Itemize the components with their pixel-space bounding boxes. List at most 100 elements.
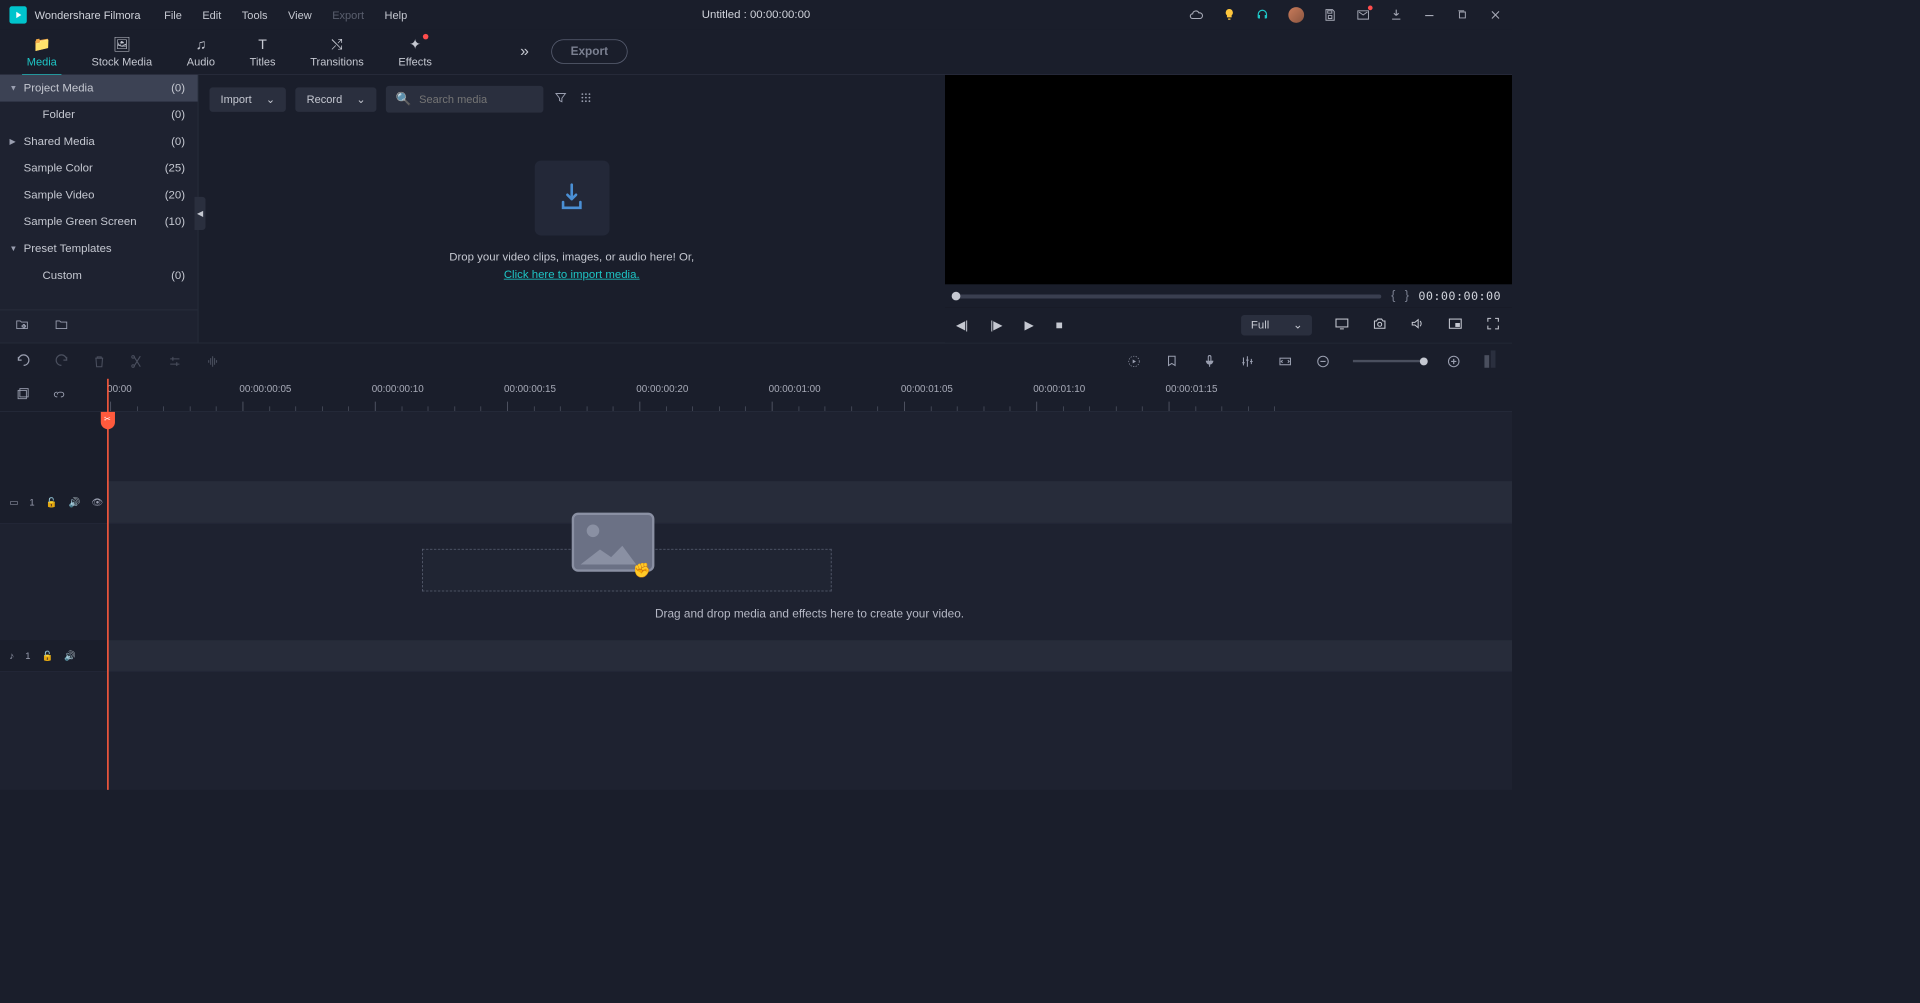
tab-transitions[interactable]: ⤭ Transitions [293,32,381,71]
zoom-out-icon[interactable] [1315,353,1331,369]
lock-icon[interactable]: 🔓 [46,497,58,508]
sidebar-item-count: (0) [171,269,185,282]
track-number: 1 [25,650,30,661]
preview-scrubber[interactable] [956,294,1382,298]
tab-effects[interactable]: ✦ Effects [381,32,449,71]
headset-icon[interactable] [1255,7,1269,21]
import-dropdown[interactable]: Import⌄ [209,87,286,111]
track-size-icon[interactable] [1484,350,1497,371]
audio-track-1[interactable]: ♪1 🔓 🔊 [0,640,1512,672]
close-icon[interactable] [1488,7,1502,21]
record-dropdown[interactable]: Record⌄ [296,87,377,111]
collapse-sidebar-icon[interactable]: ◀ [195,197,206,230]
link-icon[interactable] [52,387,68,403]
sidebar-item-folder[interactable]: Folder(0) [0,102,198,129]
sidebar-item-sample-green-screen[interactable]: Sample Green Screen(10) [0,209,198,236]
grid-view-icon[interactable] [578,90,594,108]
zoom-in-icon[interactable] [1446,353,1462,369]
snapshot-icon[interactable] [1372,316,1388,335]
audio-mixer-icon[interactable] [1240,353,1256,369]
sidebar-item-label: Project Media [24,82,94,95]
mark-in-icon[interactable]: { [1391,289,1395,303]
sidebar-item-custom[interactable]: Custom(0) [0,262,198,289]
filter-icon[interactable] [553,90,569,108]
export-button[interactable]: Export [551,39,628,63]
video-track-1[interactable]: ▭1 🔓 🔊 👁 ✊ Drag and drop media and effec… [0,481,1512,524]
transition-icon: ⤭ [331,35,342,52]
chevron-down-icon: ⌄ [356,93,365,106]
timeline-ruler[interactable]: 00:0000:00:00:0500:00:00:1000:00:00:1500… [107,379,1512,411]
minimize-icon[interactable] [1422,7,1436,21]
prev-frame-icon[interactable]: ◀| [956,318,968,332]
sidebar-item-project-media[interactable]: ▼Project Media(0) [0,75,198,102]
chevron-icon: ▼ [9,245,17,254]
stop-icon[interactable]: ■ [1056,319,1063,332]
voiceover-icon[interactable] [1202,353,1218,369]
sidebar-item-count: (25) [165,162,185,175]
fit-zoom-icon[interactable] [1277,353,1293,369]
mute-icon[interactable]: 🔊 [64,650,76,661]
user-avatar[interactable] [1288,7,1304,23]
menu-help[interactable]: Help [385,8,408,21]
sidebar-item-label: Sample Green Screen [24,216,137,229]
mark-out-icon[interactable]: } [1405,289,1409,303]
fullscreen-icon[interactable] [1485,316,1501,335]
undo-icon[interactable] [16,353,32,369]
sidebar-item-label: Shared Media [24,135,95,148]
download-icon[interactable] [1389,7,1403,21]
render-icon[interactable] [1126,353,1142,369]
track-manager-icon[interactable] [16,387,32,403]
music-icon: ♫ [196,35,207,52]
preview-video[interactable] [945,75,1512,284]
tab-label: Transitions [310,55,364,68]
add-folder-icon[interactable] [14,317,30,335]
search-media-box[interactable]: 🔍 [386,86,544,113]
visibility-icon[interactable]: 👁 [91,497,103,508]
sidebar-item-preset-templates[interactable]: ▼Preset Templates [0,235,198,262]
sidebar-item-sample-color[interactable]: Sample Color(25) [0,155,198,182]
sidebar-item-sample-video[interactable]: Sample Video (20) [0,182,198,209]
pip-icon[interactable] [1447,316,1463,335]
marker-icon[interactable] [1164,353,1180,369]
mail-icon[interactable] [1356,7,1370,21]
volume-icon[interactable] [1410,316,1426,335]
zoom-slider[interactable] [1353,360,1424,362]
play-icon[interactable]: ▶ [1024,318,1033,332]
menu-edit[interactable]: Edit [202,8,221,21]
tab-media[interactable]: 📁 Media [9,32,74,71]
drop-hint-text: Drop your video clips, images, or audio … [449,249,694,266]
maximize-icon[interactable] [1455,7,1469,21]
display-icon[interactable] [1334,316,1350,335]
lock-icon[interactable]: 🔓 [41,650,53,661]
media-panel: Import⌄ Record⌄ 🔍 Drop your video clips,… [198,75,945,343]
import-drop-icon[interactable] [534,160,609,235]
delete-icon [91,353,107,369]
import-media-link[interactable]: Click here to import media. [504,268,640,281]
sidebar-item-shared-media[interactable]: ▶Shared Media(0) [0,128,198,155]
lightbulb-icon[interactable] [1222,7,1236,21]
more-tabs-icon[interactable]: » [520,43,529,61]
mute-icon[interactable]: 🔊 [69,497,81,508]
image-icon: 🖼 [113,35,131,52]
playhead[interactable]: ✂ [107,379,109,790]
tab-label: Effects [398,55,432,68]
ruler-time-label: 00:00:01:15 [1166,384,1218,395]
preview-timecode: 00:00:00:00 [1418,289,1501,303]
cloud-icon[interactable] [1189,7,1203,21]
tab-stock-media[interactable]: 🖼 Stock Media [74,32,169,71]
save-icon[interactable] [1323,7,1337,21]
folder-icon[interactable] [54,317,70,335]
tab-titles[interactable]: T Titles [232,32,293,71]
text-icon: T [258,35,267,52]
menu-tools[interactable]: Tools [242,8,268,21]
next-frame-icon[interactable]: |▶ [990,318,1002,332]
menu-bar: File Edit Tools View Export Help [164,8,407,21]
sidebar-item-count: (20) [165,189,185,202]
tab-audio[interactable]: ♫ Audio [169,32,232,71]
search-input[interactable] [419,93,534,106]
menu-file[interactable]: File [164,8,182,21]
ruler-time-label: 00:00 [107,384,132,395]
sidebar-item-label: Sample Video [24,189,95,202]
menu-view[interactable]: View [288,8,312,21]
preview-quality-dropdown[interactable]: Full⌄ [1241,315,1312,335]
